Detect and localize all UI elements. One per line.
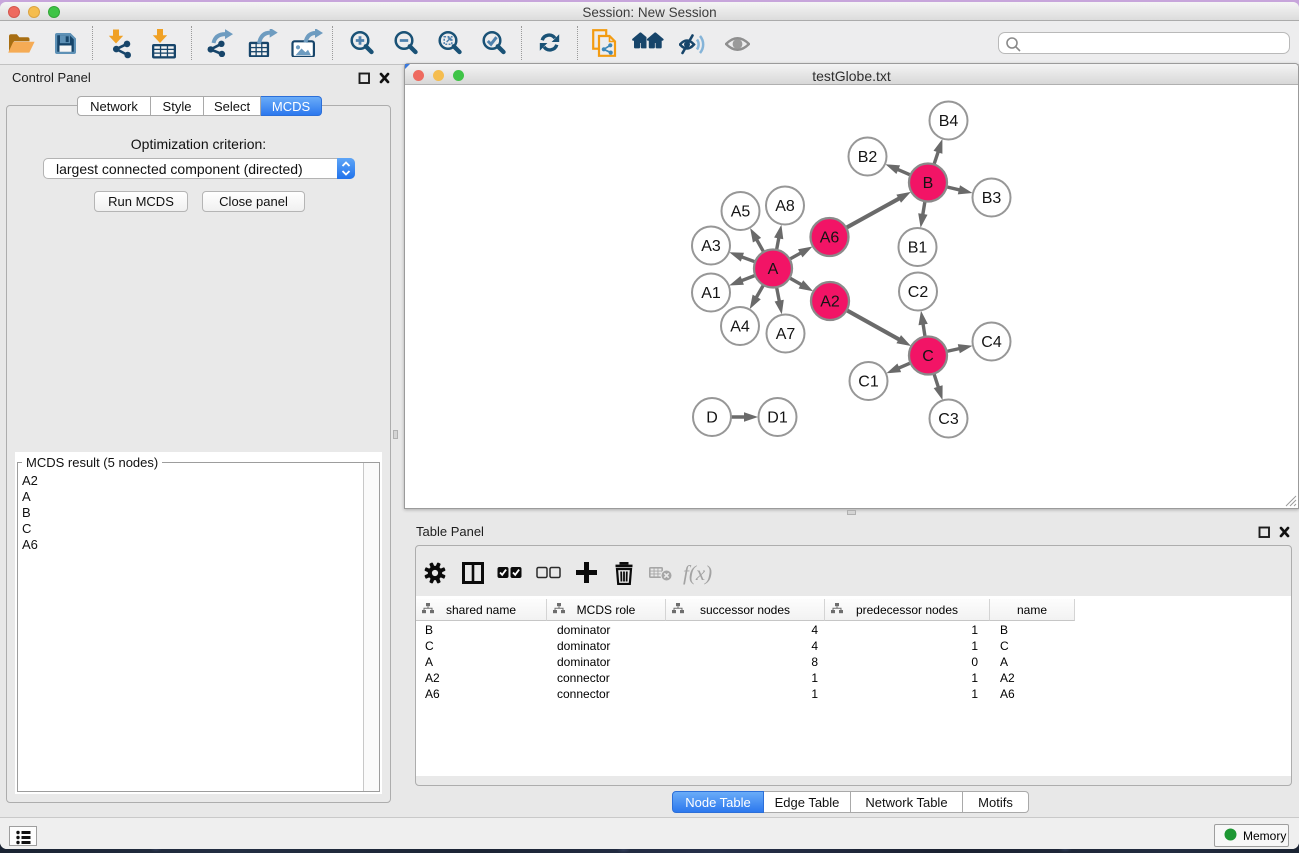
svg-text:A2: A2	[820, 294, 840, 311]
svg-text:B4: B4	[939, 113, 959, 130]
svg-text:C2: C2	[908, 284, 929, 301]
svg-text:A7: A7	[776, 326, 796, 343]
svg-text:A6: A6	[820, 230, 840, 247]
svg-text:A8: A8	[775, 198, 795, 215]
svg-text:B1: B1	[908, 240, 928, 257]
svg-text:C4: C4	[981, 334, 1002, 351]
svg-text:B: B	[923, 175, 934, 192]
svg-text:A5: A5	[731, 204, 751, 221]
svg-text:A: A	[768, 261, 779, 278]
svg-text:B3: B3	[982, 190, 1002, 207]
svg-text:D: D	[706, 410, 718, 427]
svg-text:C: C	[922, 348, 934, 365]
svg-text:C1: C1	[858, 374, 879, 391]
svg-text:A3: A3	[701, 238, 721, 255]
svg-text:B2: B2	[858, 149, 878, 166]
svg-text:C3: C3	[938, 411, 959, 428]
svg-text:A1: A1	[701, 285, 721, 302]
svg-text:A4: A4	[730, 319, 750, 336]
svg-text:D1: D1	[767, 410, 788, 427]
